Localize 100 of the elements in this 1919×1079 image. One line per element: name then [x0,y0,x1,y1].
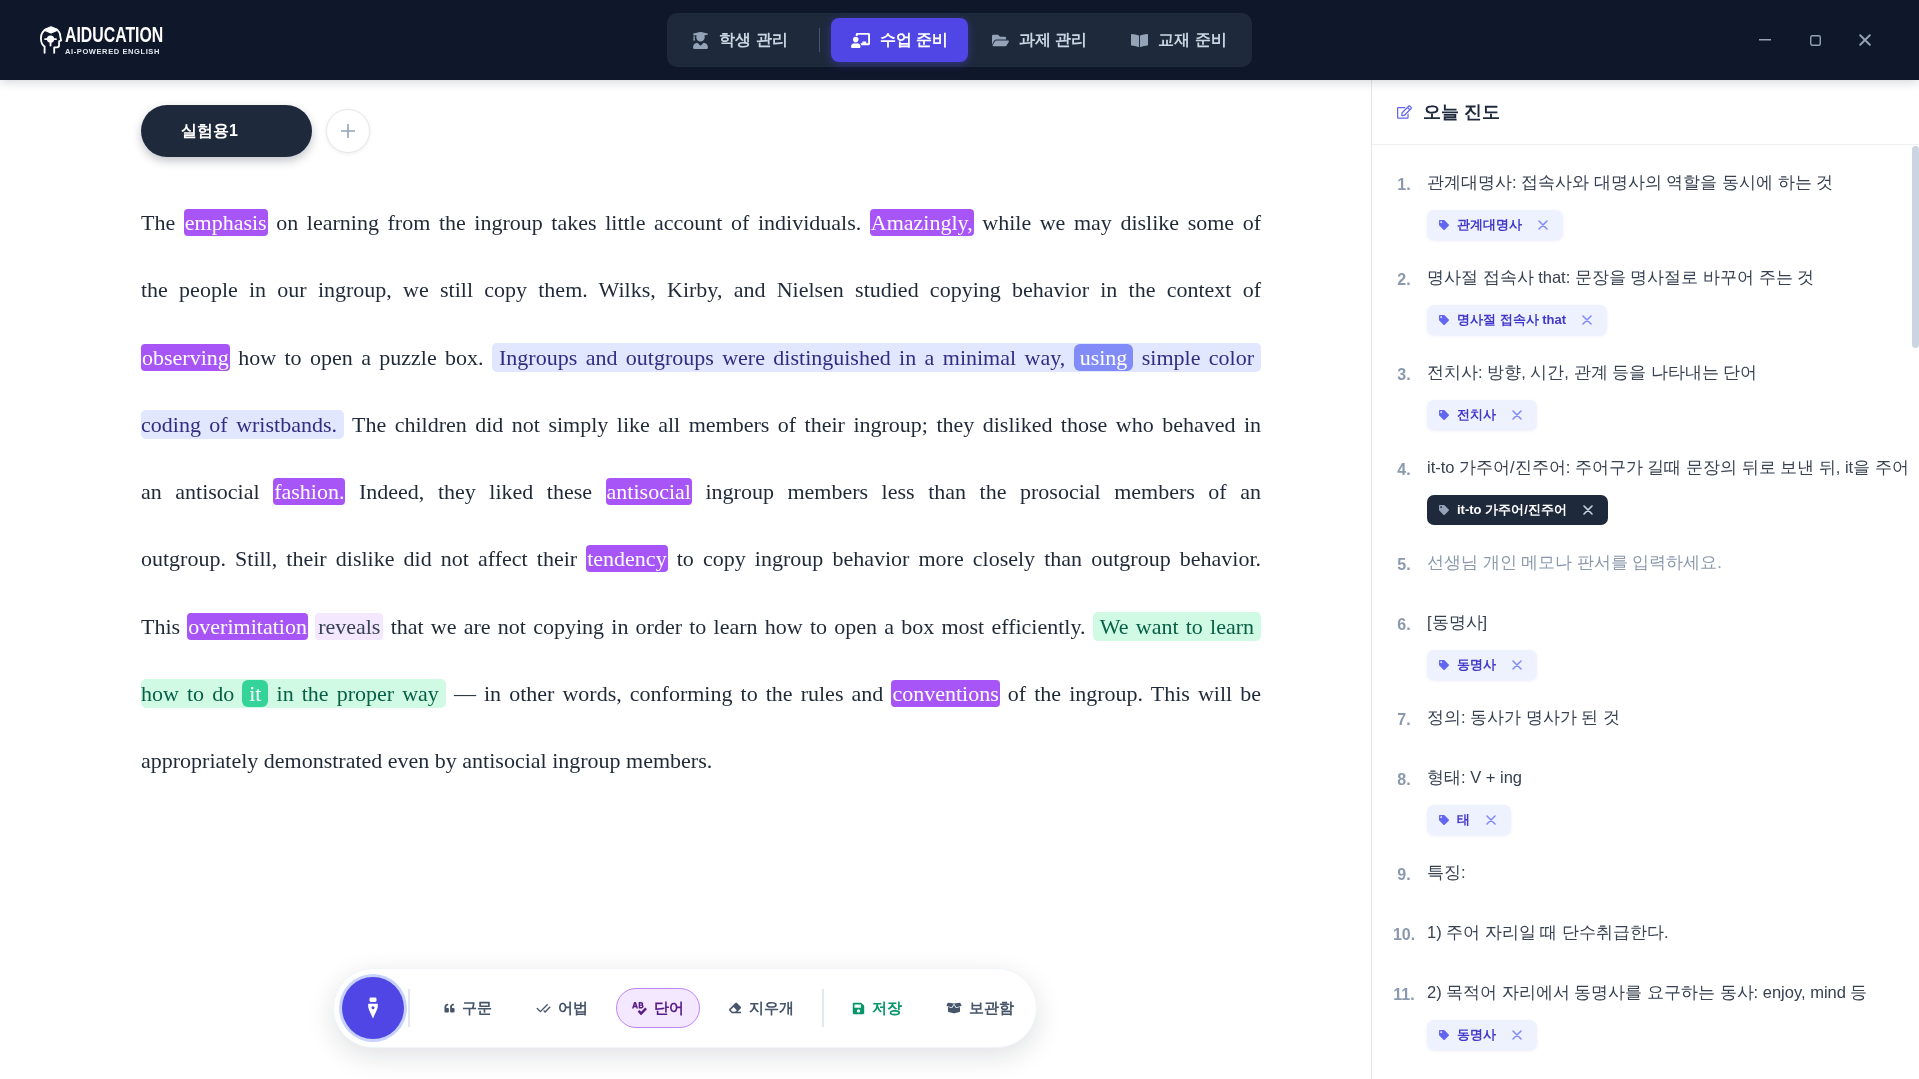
note-text: [동명사] [1427,612,1488,633]
panel-title: 오늘 진도 [1423,100,1500,124]
passage-text: The [141,210,176,235]
grammar-tag[interactable]: 전치사 [1427,400,1537,430]
phrase-text: simple color [1141,344,1254,370]
add-tab-button[interactable] [326,109,370,153]
highlighted-word: emphasis [183,209,268,236]
note-text: 관계대명사: 접속사와 대명사의 역할을 동시에 하는 것 [1427,172,1834,193]
grammar-tag[interactable]: 동명사 [1427,650,1537,680]
box-icon [946,1002,962,1014]
item-number: 10. [1391,925,1417,945]
note-text: 정의: 동사가 명사가 된 것 [1427,707,1620,728]
passage-text: outgroup. Still, their dislike did not affect their [141,546,578,572]
note-text: 1) 주어 자리일 때 단수취급한다. [1427,922,1669,943]
memo-input[interactable]: 선생님 개인 메모나 판서를 입력하세요. [1427,548,1887,576]
plus-icon [341,124,355,138]
book-icon [1131,31,1149,49]
close-icon [1582,315,1593,325]
phrase-text: We want to learn [1099,613,1255,639]
tool-button[interactable]: 보관함 [930,988,1030,1028]
passage-text: to copy ingroup behavior more closely than outgroup behavior. [676,546,1262,572]
graduate-icon [692,31,710,49]
phrase-text: coding of wristbands. [141,411,337,437]
passage-text: an antisocial [141,479,260,505]
close-icon [1582,505,1593,515]
grammar-tag[interactable]: 태 [1427,805,1511,835]
phrase-text: in the proper way [276,681,439,707]
tag-icon [1439,315,1449,325]
highlighted-word: tendency [586,545,668,573]
pen-nib-icon [366,997,380,1019]
close-icon [1486,815,1496,825]
passage-text: Indeed, they liked these [359,479,593,505]
passage-text: The children did not simply like all members of their ingroup; they disliked those who behaved in [352,411,1261,437]
passage-text: how to open a puzzle box. [238,344,484,370]
grammar-tag[interactable]: it-to 가주어/진주어 [1427,495,1608,525]
nav-tab[interactable]: 학생 관리 [672,18,808,62]
tool-button[interactable]: 지우개 [712,988,810,1028]
passage-text: ingroup members less than the prosocial members of an [705,479,1261,505]
tag-icon [1439,220,1449,230]
phrase-text: how to do [141,681,235,707]
note-text: 형태: V + ing [1427,767,1522,788]
tool-button[interactable]: 저장 [836,988,918,1028]
item-number: 1. [1396,175,1412,195]
eraser-icon [728,1002,742,1014]
item-number: 4. [1396,460,1412,480]
spell-check-icon [632,1001,647,1015]
tag-icon [1439,505,1449,515]
grammar-tag[interactable]: 동명사 [1427,1020,1537,1050]
nav-tab[interactable]: 교재 준비 [1111,18,1247,62]
passage-text: of the ingroup. This will be [1007,681,1261,707]
highlighted-word: Amazingly, [869,209,974,236]
tool-button[interactable]: 단어 [616,988,700,1028]
passage-text: that we are not copying in order to learn how to open a box most efficiently. [390,613,1086,639]
passage-text: This [141,613,181,639]
item-number: 8. [1396,770,1412,790]
item-number: 5. [1396,555,1412,575]
close-icon [1538,220,1548,230]
grammar-tag[interactable]: 명사절 접속사 that [1427,305,1608,335]
highlighted-word: using [1073,343,1134,371]
note-text: it-to 가주어/진주어: 주어구가 길때 문장의 뒤로 보낸 뒤, it을 주어 [1427,457,1909,478]
highlighted-word: overimitation [187,612,308,640]
scrollbar[interactable] [1912,146,1919,348]
close-icon [1512,660,1522,670]
highlighted-word: it [242,680,269,708]
note-text: 2) 목적어 자리에서 동명사를 요구하는 동사: enjoy, mind 등 [1427,982,1868,1003]
passage-text: the people in our ingroup, we still copy them. Wilks, Kirby, and Nielsen studied copying behavior in the context of [141,277,1261,303]
tool-button[interactable]: 어법 [520,988,604,1028]
tool-button[interactable]: 구문 [428,988,508,1028]
passage-text: on learning from the ingroup takes little account of individuals. [276,210,862,235]
nav-tab[interactable]: 수업 준비 [830,18,968,62]
note-text: 전치사: 방향, 시간, 관계 등을 나타내는 단어 [1427,362,1758,383]
minimize-icon [1759,39,1771,41]
teacher-board-icon [850,31,870,49]
highlighted-word: observing [141,343,230,371]
note-text: 명사절 접속사 that: 문장을 명사절로 바꾸어 주는 것 [1427,267,1815,288]
item-number: 3. [1396,365,1412,385]
tag-icon [1439,815,1449,825]
item-number: 11. [1392,985,1416,1005]
highlighted-word: antisocial [605,478,692,506]
remove-tag-button[interactable] [1582,505,1593,515]
close-icon [1512,1030,1522,1040]
close-icon [1512,410,1522,420]
document-tab[interactable]: 실험용1 [141,105,312,157]
pen-button[interactable] [342,977,404,1039]
edit-icon [1397,105,1412,119]
quote-icon [444,1003,455,1013]
grammar-tag[interactable]: 관계대명사 [1427,210,1563,240]
tag-icon [1439,1030,1449,1040]
passage-text: appropriately demonstrated even by antisocial ingroup members. [141,748,713,774]
phrase-text: Ingroups and outgroups were distinguished in a minimal way, [499,344,1066,370]
passage-text: while we may dislike some of [982,210,1262,235]
passage-text: — in other words, conforming to the rules and [453,681,884,707]
head-logo-icon [40,26,62,54]
nav-tab[interactable]: 과제 관리 [972,18,1108,62]
note-text: 특징: [1427,862,1466,883]
brand-name: AIDUCATION [65,24,164,45]
highlighted-word: reveals [315,612,384,640]
close-icon [1859,34,1871,46]
tag-icon [1439,660,1449,670]
highlighted-word: conventions [891,680,1000,708]
